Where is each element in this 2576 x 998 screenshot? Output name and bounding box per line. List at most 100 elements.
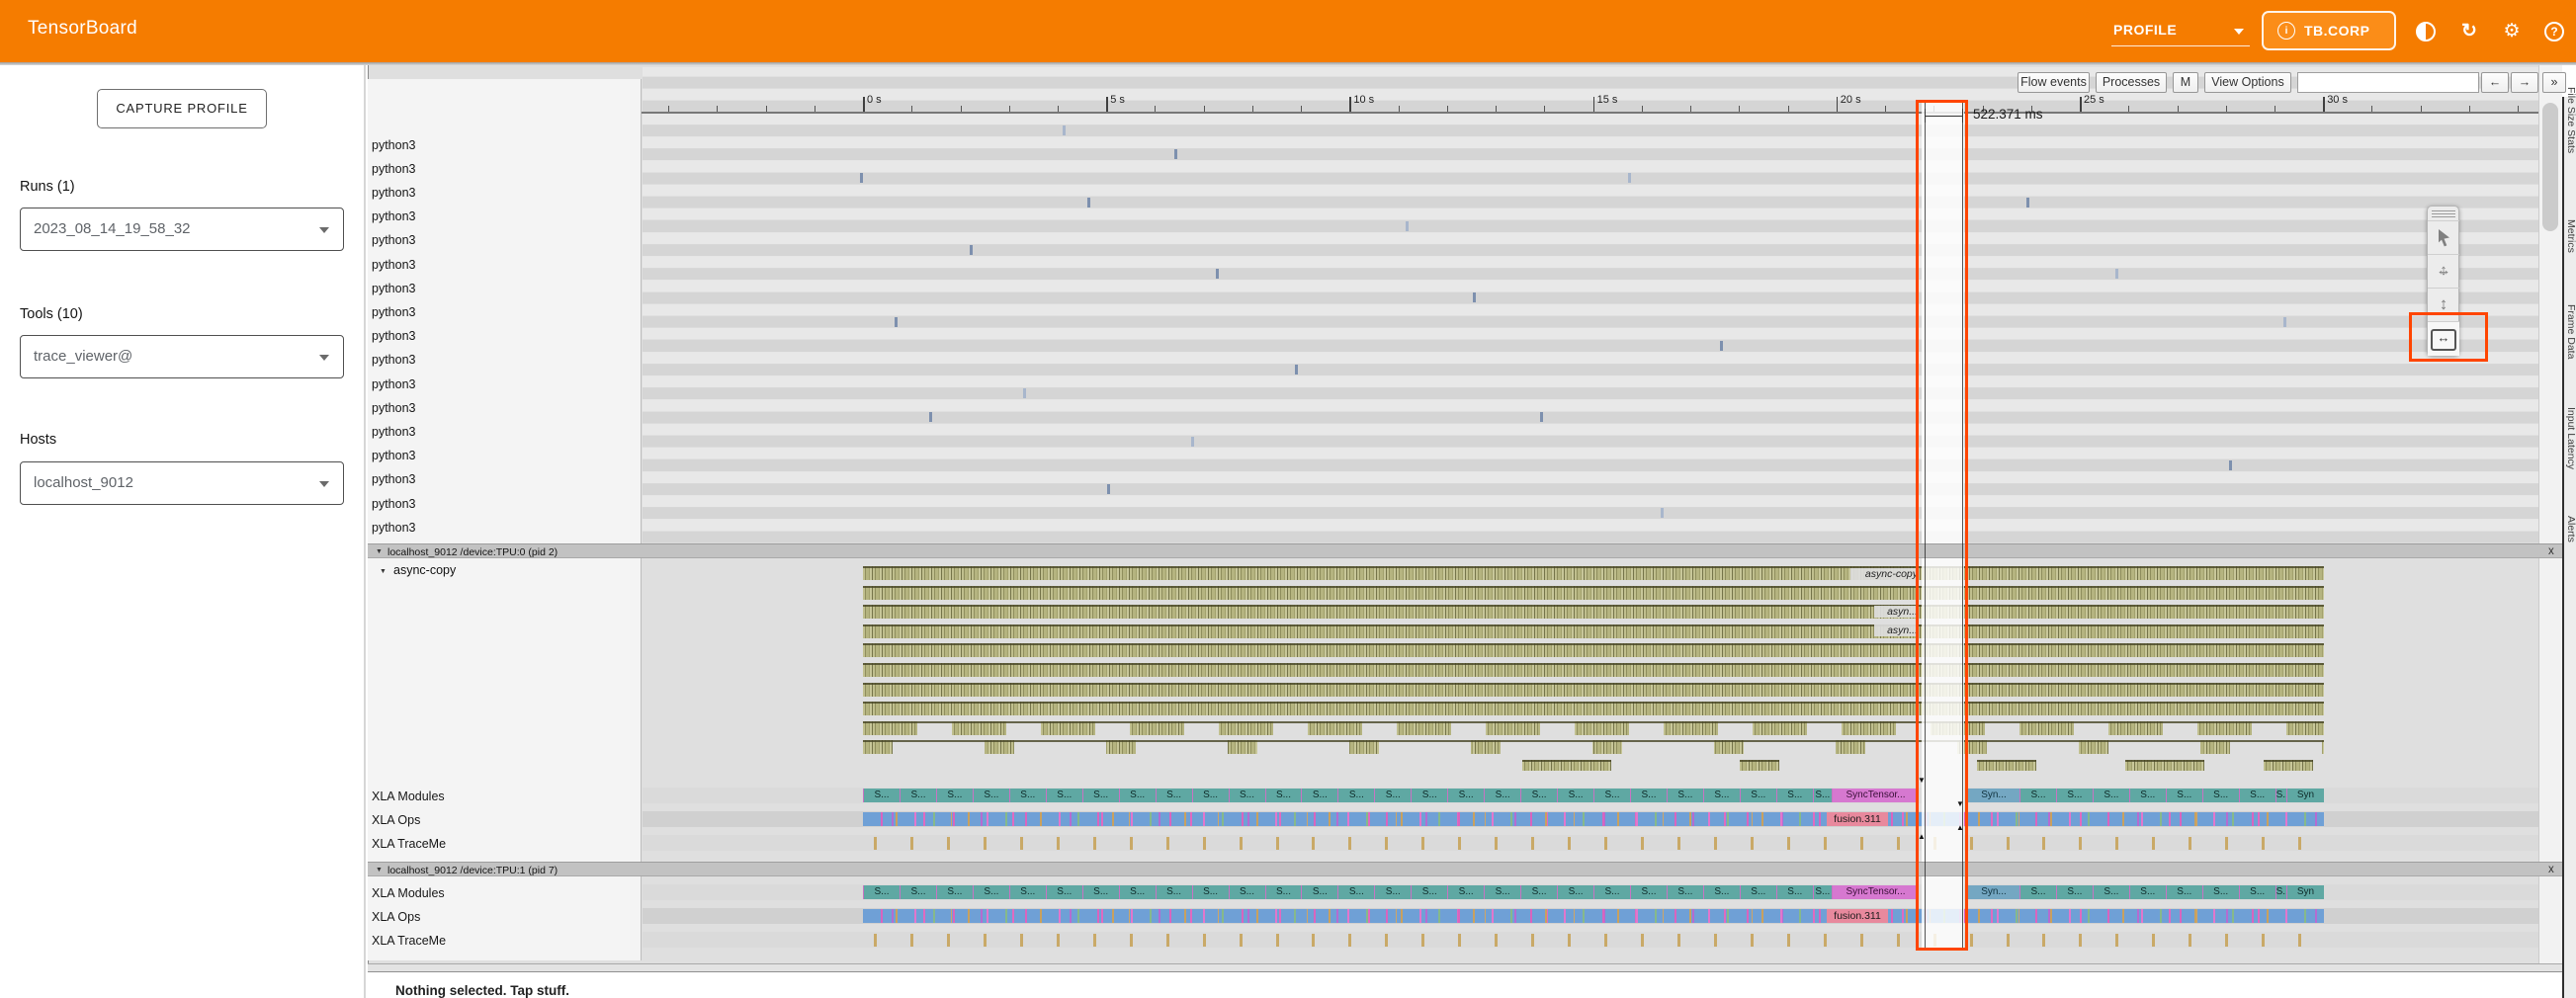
xla-module-segment[interactable]: S... [1593, 885, 1630, 899]
trace-event-mark[interactable] [1540, 412, 1543, 422]
xla-traceme-tick[interactable] [1166, 934, 1169, 947]
xla-module-segment[interactable]: S... [2239, 885, 2275, 899]
xla-traceme-tick[interactable] [1970, 837, 1973, 850]
xla-module-segment[interactable]: S... [1776, 789, 1813, 802]
xla-traceme-tick[interactable] [2262, 837, 2265, 850]
xla-module-segment[interactable]: S... [900, 789, 936, 802]
xla-traceme-tick[interactable] [2007, 837, 2010, 850]
xla-traceme-tick[interactable] [947, 837, 950, 850]
capture-profile-button[interactable]: CAPTURE PROFILE [97, 89, 267, 128]
xla-module-segment[interactable]: S... [1374, 789, 1411, 802]
xla-traceme-tick[interactable] [2298, 837, 2301, 850]
xla-module-segment[interactable]: S... [1229, 789, 1265, 802]
pan-tool-button[interactable]: ↔ ↕ [2428, 254, 2459, 289]
xla-ops-track[interactable] [863, 812, 2324, 826]
xla-ops-fusion-event[interactable]: fusion.311 [1827, 909, 1888, 923]
xla-module-segment[interactable]: S... [863, 885, 900, 899]
async-copy-event-lane[interactable] [2264, 760, 2313, 771]
trace-event-mark[interactable] [1406, 221, 1409, 231]
xla-module-segment[interactable]: S... [1229, 885, 1265, 899]
xla-module-segment[interactable]: S... [1301, 789, 1337, 802]
trace-event-mark[interactable] [1087, 198, 1090, 208]
xla-module-segment[interactable]: S... [1630, 789, 1667, 802]
xla-module-segment[interactable]: S... [1119, 885, 1156, 899]
xla-traceme-tick[interactable] [1348, 837, 1351, 850]
side-tab-alerts[interactable]: Alerts [2565, 516, 2576, 542]
xla-traceme-tick[interactable] [1312, 837, 1315, 850]
xla-traceme-tick[interactable] [2079, 934, 2082, 947]
trace-event-mark[interactable] [1473, 292, 1476, 302]
xla-module-segment[interactable]: S... [1667, 885, 1703, 899]
trace-event-mark[interactable] [2026, 198, 2029, 208]
async-copy-event-lane[interactable] [863, 586, 2324, 600]
xla-module-segment[interactable]: S... [1703, 885, 1740, 899]
xla-traceme-tick[interactable] [1824, 837, 1827, 850]
trace-event-mark[interactable] [1661, 508, 1664, 518]
xla-traceme-tick[interactable] [1751, 934, 1754, 947]
xla-module-segment[interactable]: S... [2056, 885, 2093, 899]
xla-module-segment[interactable]: S... [1082, 885, 1119, 899]
side-tab-frame-data[interactable]: Frame Data [2565, 304, 2576, 359]
xla-traceme-tick[interactable] [874, 934, 877, 947]
xla-module-segment[interactable]: S... [2019, 885, 2056, 899]
side-tab-input-latency[interactable]: Input Latency [2565, 407, 2576, 469]
xla-module-segment[interactable]: S... [1192, 789, 1229, 802]
xla-module-segment[interactable]: S... [2129, 885, 2166, 899]
async-copy-event-lane[interactable] [2125, 760, 2204, 771]
xla-traceme-tick[interactable] [2079, 837, 2082, 850]
xla-traceme-tick[interactable] [1421, 837, 1424, 850]
xla-module-segment[interactable]: S... [1557, 885, 1593, 899]
trace-event-mark[interactable] [1216, 269, 1219, 279]
select-tool-button[interactable] [2428, 220, 2459, 255]
find-next-button[interactable]: → [2511, 72, 2538, 93]
xla-module-segment[interactable]: S... [1265, 885, 1302, 899]
xla-module-segment[interactable]: S... [1009, 885, 1046, 899]
trace-event-mark[interactable] [1063, 125, 1066, 135]
async-copy-event-lane[interactable] [863, 683, 2324, 697]
async-copy-event-lane[interactable] [863, 702, 2324, 715]
xla-traceme-tick[interactable] [1495, 837, 1498, 850]
trace-event-mark[interactable] [1191, 437, 1194, 447]
xla-module-segment[interactable]: S... [863, 789, 900, 802]
xla-traceme-tick[interactable] [1385, 837, 1388, 850]
section-header-tpu0[interactable]: ▼ localhost_9012 /device:TPU:0 (pid 2) x [368, 543, 2562, 558]
xla-module-segment[interactable]: S... [1703, 789, 1740, 802]
processes-button[interactable]: Processes [2096, 72, 2167, 93]
settings-gear-icon[interactable]: ⚙ [2501, 21, 2523, 42]
xla-traceme-tick[interactable] [1240, 934, 1243, 947]
xla-traceme-tick[interactable] [1531, 837, 1534, 850]
tools-select[interactable]: trace_viewer@ [20, 335, 344, 378]
xla-module-segment[interactable]: S... [973, 789, 1009, 802]
hosts-select[interactable]: localhost_9012 [20, 461, 344, 505]
xla-traceme-tick[interactable] [2042, 934, 2045, 947]
xla-traceme-tick[interactable] [1203, 934, 1206, 947]
xla-module-segment[interactable]: S... [1337, 789, 1374, 802]
xla-traceme-tick[interactable] [1897, 837, 1900, 850]
xla-module-segment[interactable]: S... [2093, 789, 2129, 802]
xla-traceme-tick[interactable] [2262, 934, 2265, 947]
xla-traceme-tick[interactable] [2225, 837, 2228, 850]
async-copy-event-lane[interactable] [863, 721, 2324, 735]
trace-event-mark[interactable] [2283, 317, 2286, 327]
xla-traceme-tick[interactable] [1130, 934, 1133, 947]
collapse-caret-icon[interactable]: ▼ [380, 568, 386, 575]
xla-module-segment[interactable]: S... [2056, 789, 2093, 802]
xla-traceme-tick[interactable] [1860, 934, 1863, 947]
xla-module-segment[interactable]: S... [2275, 789, 2286, 802]
find-input[interactable] [2297, 72, 2479, 93]
trace-event-mark[interactable] [1174, 149, 1177, 159]
close-icon[interactable]: x [2548, 545, 2554, 557]
xla-traceme-tick[interactable] [1458, 934, 1461, 947]
xla-module-segment[interactable]: S... [2275, 885, 2286, 899]
xla-traceme-tick[interactable] [910, 837, 913, 850]
xla-traceme-tick[interactable] [984, 837, 987, 850]
xla-traceme-tick[interactable] [2189, 934, 2191, 947]
xla-module-segment[interactable]: Syn [2286, 885, 2324, 899]
find-prev-button[interactable]: ← [2481, 72, 2509, 93]
xla-module-segment[interactable]: S... [2202, 885, 2239, 899]
xla-module-segment[interactable]: S... [1557, 789, 1593, 802]
xla-module-segment[interactable]: SyncTensor... [1832, 789, 1919, 802]
tb-corp-badge[interactable]: i TB.CORP [2262, 11, 2396, 50]
xla-traceme-tick[interactable] [1166, 837, 1169, 850]
xla-traceme-tick[interactable] [1787, 934, 1790, 947]
